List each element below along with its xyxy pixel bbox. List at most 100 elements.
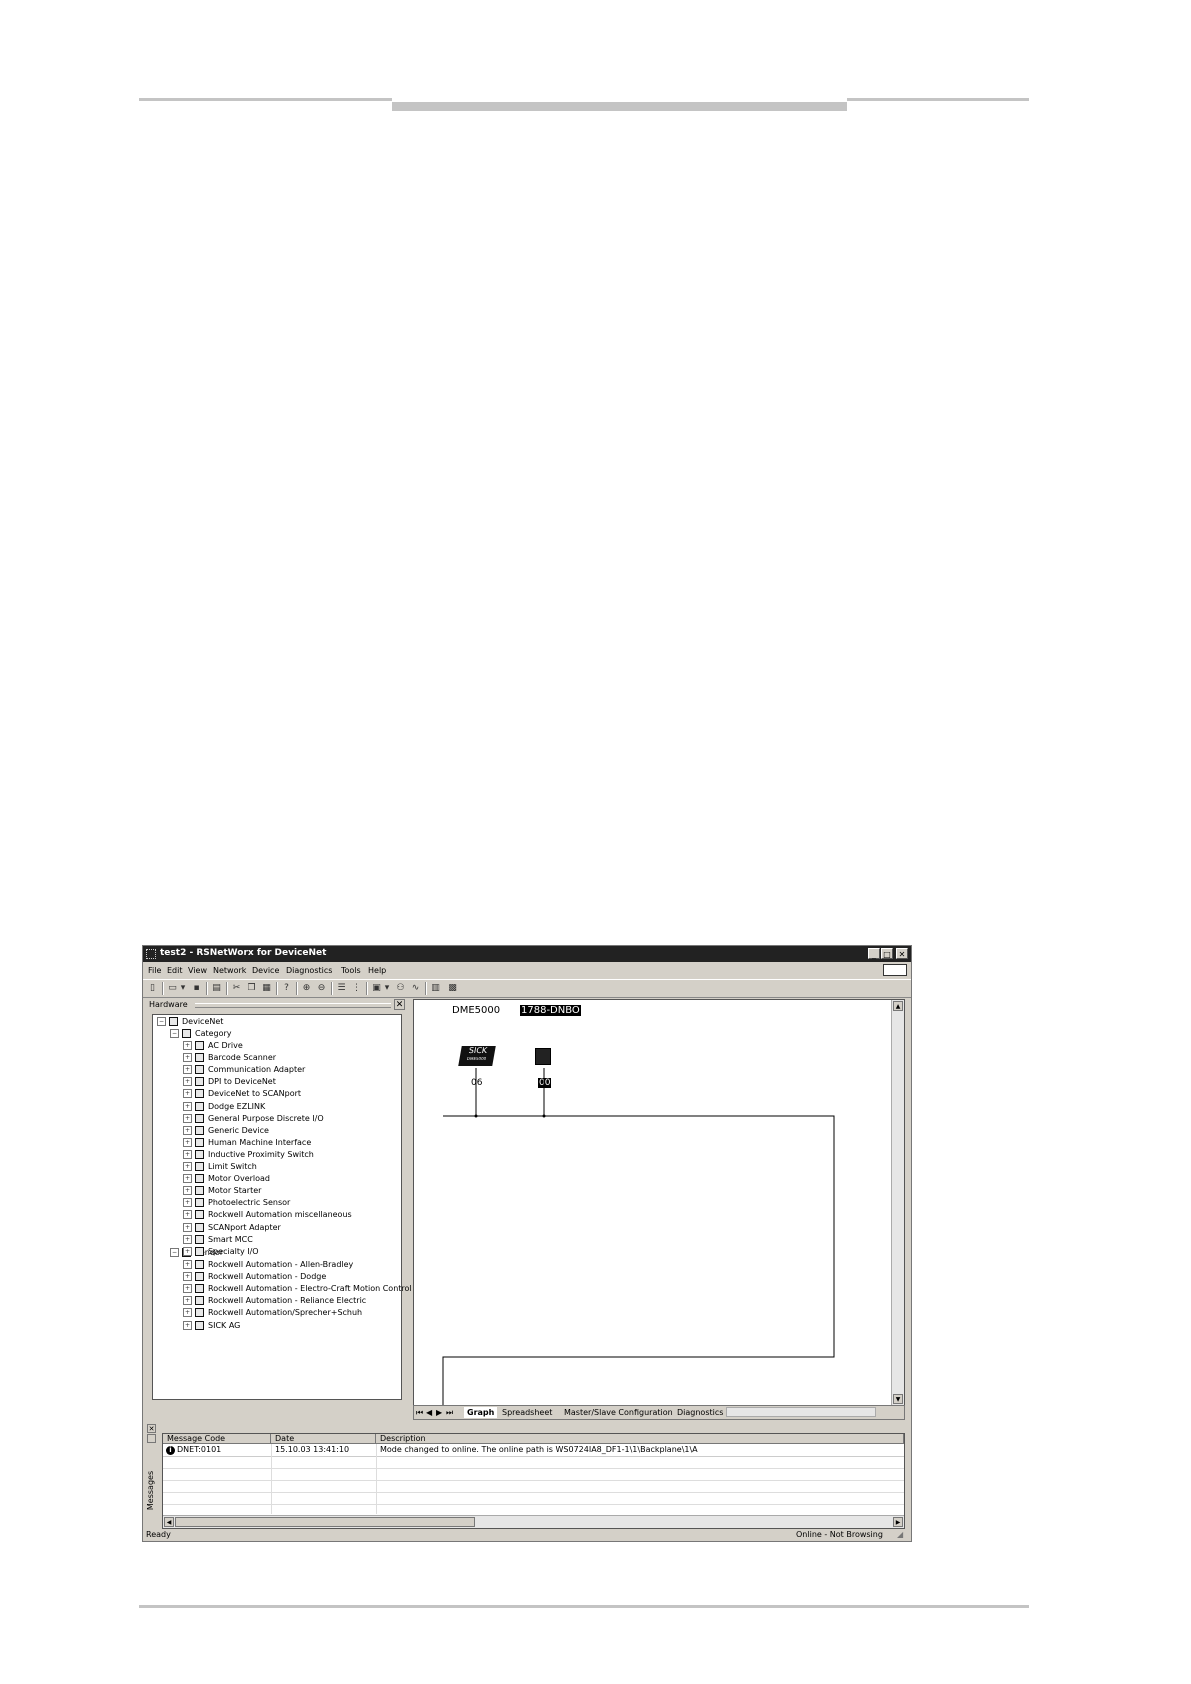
tree-node-category-item[interactable]: + Photoelectric Sensor bbox=[183, 1197, 290, 1209]
menu-file[interactable]: File bbox=[148, 966, 161, 975]
scroll-thumb[interactable] bbox=[175, 1517, 475, 1527]
tree-node-vendor-item[interactable]: + Rockwell Automation - Reliance Electric bbox=[183, 1295, 366, 1307]
open-folder-icon[interactable]: ▭ bbox=[166, 982, 179, 994]
expand-icon[interactable]: + bbox=[183, 1053, 192, 1063]
minimize-button[interactable]: _ bbox=[868, 948, 880, 959]
tree-node-vendor-item[interactable]: + Rockwell Automation - Electro-Craft Mot… bbox=[183, 1283, 412, 1295]
tree-node-vendor-item[interactable]: + Rockwell Automation - Allen-Bradley bbox=[183, 1259, 353, 1271]
expand-icon[interactable]: + bbox=[183, 1186, 192, 1196]
expand-icon[interactable]: + bbox=[183, 1260, 192, 1269]
expand-icon[interactable]: + bbox=[183, 1089, 192, 1099]
graph-vertical-scrollbar[interactable]: ▲ ▼ bbox=[891, 1000, 904, 1405]
cut-icon[interactable]: ✂ bbox=[230, 982, 243, 994]
properties-icon[interactable]: ▥ bbox=[429, 982, 442, 994]
tree-node-devicenet[interactable]: − DeviceNet bbox=[157, 1016, 223, 1028]
scroll-down-icon[interactable]: ▼ bbox=[893, 1394, 903, 1404]
tree-node-category-item[interactable]: + Dodge EZLINK bbox=[183, 1101, 265, 1113]
collapse-icon[interactable]: − bbox=[157, 1017, 166, 1026]
tree-node-vendor-item[interactable]: + Rockwell Automation - Dodge bbox=[183, 1271, 326, 1283]
tree-node-category-item[interactable]: + Limit Switch bbox=[183, 1161, 257, 1173]
column-header-description[interactable]: Description bbox=[376, 1434, 904, 1444]
tree-node-category-item[interactable]: + Communication Adapter bbox=[183, 1064, 305, 1076]
tree-node-vendor-item[interactable]: + SICK AG bbox=[183, 1320, 240, 1332]
menu-network[interactable]: Network bbox=[213, 966, 246, 975]
resize-grip-icon[interactable]: ◢ bbox=[897, 1530, 907, 1540]
tree-node-category-item[interactable]: + Generic Device bbox=[183, 1125, 269, 1137]
tab-prev-icon[interactable]: ◀ bbox=[426, 1407, 432, 1418]
tree-node-category-item[interactable]: + Specialty I/O bbox=[183, 1246, 259, 1258]
maximize-button[interactable]: □ bbox=[881, 948, 893, 959]
expand-icon[interactable]: + bbox=[183, 1065, 192, 1075]
tree-node-category-item[interactable]: + SCANport Adapter bbox=[183, 1222, 281, 1234]
tree-node-category-item[interactable]: + Rockwell Automation miscellaneous bbox=[183, 1209, 352, 1221]
message-row[interactable]: i DNET:0101 15.10.03 13:41:10 Mode chang… bbox=[163, 1445, 904, 1456]
tree-node-category-item[interactable]: + Barcode Scanner bbox=[183, 1052, 276, 1064]
panel-close-icon[interactable]: ✕ bbox=[394, 999, 405, 1010]
tree-node-category-item[interactable]: + Motor Overload bbox=[183, 1173, 270, 1185]
help-pointer-icon[interactable]: ? bbox=[280, 982, 293, 994]
expand-icon[interactable]: + bbox=[183, 1113, 192, 1123]
menu-help[interactable]: Help bbox=[368, 966, 386, 975]
tab-last-icon[interactable]: ⏭ bbox=[446, 1407, 453, 1418]
expand-icon[interactable]: + bbox=[183, 1246, 192, 1256]
tree-node-category-item[interactable]: + Human Machine Interface bbox=[183, 1137, 311, 1149]
expand-icon[interactable]: + bbox=[183, 1308, 192, 1318]
tree-node-category-item[interactable]: + AC Drive bbox=[183, 1040, 243, 1052]
expand-icon[interactable]: + bbox=[183, 1101, 192, 1111]
expand-icon[interactable]: + bbox=[183, 1162, 192, 1171]
upload-download-icon[interactable]: ▣ bbox=[370, 982, 383, 994]
new-file-icon[interactable]: ▯ bbox=[146, 982, 159, 994]
tab-graph[interactable]: Graph bbox=[464, 1407, 498, 1418]
paste-icon[interactable]: ▦ bbox=[260, 982, 273, 994]
expand-icon[interactable]: + bbox=[183, 1222, 192, 1232]
expand-icon[interactable]: + bbox=[183, 1149, 192, 1159]
expand-icon[interactable]: + bbox=[183, 1198, 192, 1208]
scroll-left-icon[interactable]: ◀ bbox=[164, 1517, 174, 1527]
waveform-icon[interactable]: ∿ bbox=[409, 982, 422, 994]
tree-node-vendor-item[interactable]: + Rockwell Automation/Sprecher+Schuh bbox=[183, 1307, 362, 1319]
expand-icon[interactable]: + bbox=[183, 1077, 192, 1087]
expand-icon[interactable]: + bbox=[183, 1125, 192, 1135]
expand-icon[interactable]: + bbox=[183, 1284, 192, 1294]
menu-device[interactable]: Device bbox=[252, 966, 279, 975]
menu-edit[interactable]: Edit bbox=[167, 966, 183, 975]
horizontal-scrollbar[interactable] bbox=[726, 1407, 876, 1417]
scroll-up-icon[interactable]: ▲ bbox=[893, 1001, 903, 1011]
close-button[interactable]: ✕ bbox=[896, 948, 908, 959]
menu-diagnostics[interactable]: Diagnostics bbox=[286, 966, 332, 975]
network-topology-icon[interactable]: ⚇ bbox=[394, 982, 407, 994]
expand-icon[interactable]: + bbox=[183, 1272, 192, 1282]
tree-node-category-item[interactable]: + Smart MCC bbox=[183, 1234, 253, 1246]
mdi-restore-icon[interactable] bbox=[883, 964, 907, 976]
expand-icon[interactable]: + bbox=[183, 1041, 192, 1050]
expand-icon[interactable]: + bbox=[183, 1210, 192, 1220]
collapse-icon[interactable]: − bbox=[170, 1248, 179, 1257]
details-view-icon[interactable]: ⋮ bbox=[350, 982, 363, 994]
expand-icon[interactable]: + bbox=[183, 1174, 192, 1184]
dropdown-arrow-icon[interactable]: ▾ bbox=[383, 982, 391, 994]
zoom-in-icon[interactable]: ⊕ bbox=[300, 982, 313, 994]
messages-pin-icon[interactable] bbox=[147, 1434, 156, 1443]
zoom-out-icon[interactable]: ⊖ bbox=[315, 982, 328, 994]
dropdown-arrow-icon[interactable]: ▾ bbox=[179, 982, 187, 994]
save-icon[interactable]: ▪ bbox=[190, 982, 203, 994]
tree-node-category-item[interactable]: + DPI to DeviceNet bbox=[183, 1076, 276, 1088]
copy-icon[interactable]: ❐ bbox=[245, 982, 258, 994]
print-icon[interactable]: ▤ bbox=[210, 982, 223, 994]
expand-icon[interactable]: + bbox=[183, 1234, 192, 1244]
tree-node-category-item[interactable]: + General Purpose Discrete I/O bbox=[183, 1113, 324, 1125]
collapse-icon[interactable]: − bbox=[170, 1029, 179, 1038]
tab-next-icon[interactable]: ▶ bbox=[436, 1407, 442, 1418]
list-view-icon[interactable]: ☰ bbox=[335, 982, 348, 994]
menu-tools[interactable]: Tools bbox=[341, 966, 361, 975]
column-header-date[interactable]: Date bbox=[271, 1434, 376, 1444]
tree-node-category-item[interactable]: + Inductive Proximity Switch bbox=[183, 1149, 314, 1161]
edit-scanlist-icon[interactable]: ▩ bbox=[446, 982, 459, 994]
expand-icon[interactable]: + bbox=[183, 1137, 192, 1147]
expand-icon[interactable]: + bbox=[183, 1296, 192, 1306]
tree-node-category[interactable]: − Category bbox=[170, 1028, 232, 1040]
tab-diagnostics[interactable]: Diagnostics bbox=[677, 1407, 723, 1418]
tab-first-icon[interactable]: ⏮ bbox=[416, 1407, 423, 1418]
tree-node-category-item[interactable]: + Motor Starter bbox=[183, 1185, 261, 1197]
expand-icon[interactable]: + bbox=[183, 1320, 192, 1330]
